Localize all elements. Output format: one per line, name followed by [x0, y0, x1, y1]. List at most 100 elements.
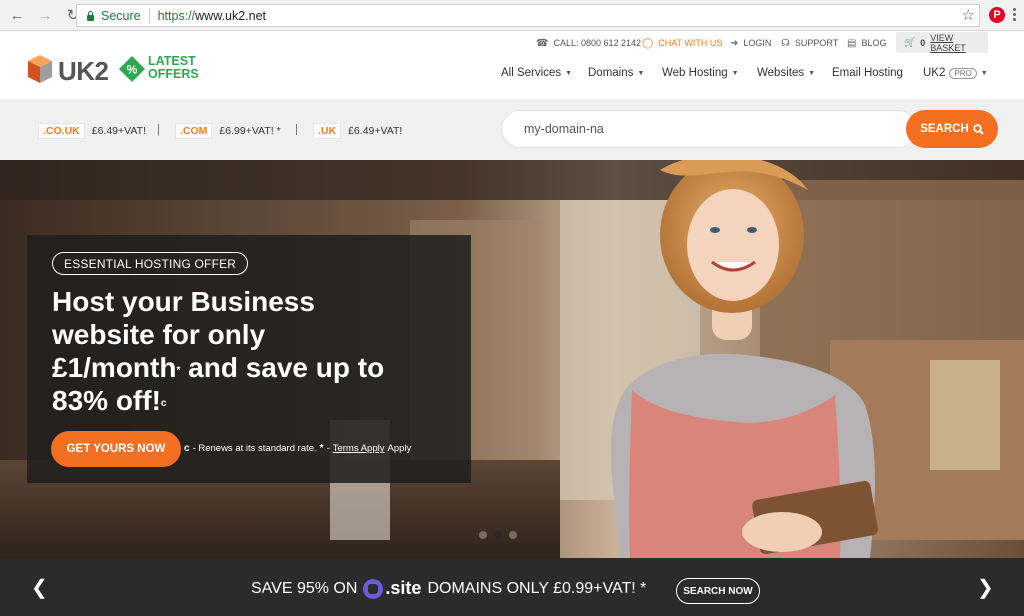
uk2-logo-text[interactable]: UK2: [58, 56, 109, 87]
headline-line-2: website for only: [52, 319, 266, 350]
address-divider: [148, 8, 150, 23]
footnote-c-mark: c: [184, 443, 190, 454]
promo-suffix: DOMAINS ONLY £0.99+VAT! *: [427, 579, 647, 597]
headline-discount: 83% off!: [52, 385, 161, 416]
url-host: www.uk2.net: [195, 8, 267, 23]
tld-tag: .UK: [313, 123, 342, 139]
offers-badge-icon[interactable]: %: [118, 55, 146, 83]
tld-price: £6.49+VAT!: [91, 125, 146, 137]
slider-dot[interactable]: [509, 531, 517, 539]
tld-price: £6.99+VAT! *: [219, 125, 281, 137]
support-link[interactable]: ☊ SUPPORT: [781, 36, 838, 50]
call-link[interactable]: ☎ CALL: 0800 612 2142: [536, 36, 641, 50]
headline-price: £1/month: [52, 352, 177, 383]
basket-icon: 🛒: [904, 37, 916, 47]
chevron-down-icon: ▼: [808, 69, 816, 77]
footnote-apply: Apply: [387, 443, 412, 454]
basket-label: VIEW BASKET: [930, 32, 966, 53]
tld-tag: .COM: [175, 123, 213, 139]
tld-price-couk[interactable]: .CO.UK £6.49+VAT!: [38, 123, 146, 139]
view-basket-button[interactable]: 🛒 0 VIEW BASKET: [896, 32, 988, 53]
terms-apply-link[interactable]: Terms Apply: [333, 443, 385, 454]
nav-uk2-label: UK2: [923, 67, 946, 79]
tld-tag: .CO.UK: [38, 123, 85, 139]
login-icon: ➜: [730, 37, 739, 49]
slider-dot[interactable]: [494, 531, 502, 539]
slider-dots: [479, 531, 517, 539]
chevron-left-icon[interactable]: ❮: [31, 575, 48, 600]
blog-icon: ▤: [847, 37, 857, 49]
nav-uk2-pro[interactable]: UK2 PRO ▼: [923, 67, 988, 79]
chevron-down-icon: ▼: [565, 69, 573, 77]
search-icon: [973, 123, 984, 135]
promo-banner-text: SAVE 95% ON .site DOMAINS ONLY £0.99+VAT…: [251, 578, 646, 599]
login-label: LOGIN: [743, 38, 772, 48]
footnote-dash: -: [326, 443, 330, 454]
forward-arrow-icon[interactable]: →: [34, 4, 56, 26]
promo-prefix: SAVE 95% ON: [251, 579, 358, 597]
nav-web-hosting[interactable]: Web Hosting ▼: [662, 67, 739, 79]
chevron-right-icon[interactable]: ❯: [977, 575, 994, 600]
basket-count: 0: [920, 37, 926, 48]
headline-line-1: Host your Business: [52, 286, 315, 317]
headline-c-mark: c: [160, 398, 167, 409]
nav-websites-label: Websites: [757, 67, 805, 79]
tld-price-com[interactable]: .COM £6.99+VAT! *: [175, 123, 281, 139]
offers-line2: OFFERS: [148, 67, 199, 81]
secure-label: Secure: [101, 8, 141, 23]
tld-price: £6.49+VAT!: [348, 125, 403, 137]
lock-icon: [86, 10, 95, 21]
pro-badge: PRO: [949, 67, 977, 79]
chat-link[interactable]: ◯ CHAT WITH US: [642, 36, 722, 50]
footnote-text: - Renews at its standard rate.: [192, 443, 317, 454]
headline-save: and save up to: [180, 352, 385, 383]
blog-label: BLOG: [861, 38, 887, 48]
chevron-down-icon: ▼: [731, 69, 739, 77]
nav-websites[interactable]: Websites ▼: [757, 67, 815, 79]
offer-footnote: c - Renews at its standard rate. * - Ter…: [184, 443, 411, 454]
pinterest-extension-icon[interactable]: P: [989, 7, 1005, 23]
offers-badge-symbol: %: [127, 63, 138, 77]
login-link[interactable]: ➜ LOGIN: [730, 36, 771, 50]
back-arrow-icon[interactable]: ←: [6, 4, 28, 26]
nav-email-hosting[interactable]: Email Hosting: [832, 67, 903, 79]
domain-search-input[interactable]: my-domain-na: [501, 110, 917, 148]
chevron-down-icon: ▼: [980, 69, 988, 77]
nav-domains-label: Domains: [588, 67, 634, 79]
nav-all-services-label: All Services: [501, 67, 562, 79]
bookmark-star-icon[interactable]: ☆: [962, 6, 975, 24]
support-label: SUPPORT: [794, 38, 839, 48]
hero-headline: Host your Business website for only £1/m…: [52, 285, 462, 417]
url-scheme: https://: [157, 8, 196, 23]
get-yours-now-button[interactable]: GET YOURS NOW: [51, 431, 181, 467]
chevron-down-icon: ▼: [637, 69, 645, 77]
latest-offers-link[interactable]: LATEST OFFERS: [148, 55, 199, 81]
url-text: https://www.uk2.net: [158, 9, 266, 23]
address-bar[interactable]: Secure https://www.uk2.net ☆: [76, 4, 980, 27]
nav-domains[interactable]: Domains ▼: [588, 67, 644, 79]
uk2-cube-logo-icon[interactable]: [26, 53, 54, 85]
nav-all-services[interactable]: All Services ▼: [501, 67, 572, 79]
browser-menu-icon[interactable]: [1013, 8, 1016, 23]
blog-link[interactable]: ▤ BLOG: [847, 36, 886, 50]
site-logo-icon: [363, 578, 384, 599]
headset-icon: ☊: [781, 37, 790, 49]
domain-search-button[interactable]: SEARCH: [906, 110, 998, 148]
slider-dot[interactable]: [479, 531, 487, 539]
nav-email-hosting-label: Email Hosting: [832, 67, 903, 79]
site-logo-text: .site: [385, 578, 422, 598]
headline-line-3: £1/month* and save up to: [52, 351, 462, 384]
tld-price-uk[interactable]: .UK £6.49+VAT!: [313, 123, 402, 139]
chat-bubble-icon: ◯: [642, 37, 654, 49]
headline-asterisk: *: [176, 365, 181, 376]
footnote-asterisk: *: [319, 443, 324, 454]
offer-badge: ESSENTIAL HOSTING OFFER: [52, 252, 249, 275]
site-domain-logo: .site: [363, 578, 421, 599]
tld-divider: [296, 124, 297, 135]
search-button-label: SEARCH: [920, 123, 969, 135]
headline-line-4: 83% off!c: [52, 384, 462, 417]
search-now-button[interactable]: SEARCH NOW: [676, 578, 760, 604]
call-label: CALL: 0800 612 2142: [553, 38, 642, 48]
nav-web-hosting-label: Web Hosting: [662, 67, 728, 79]
tld-divider: [158, 124, 159, 135]
